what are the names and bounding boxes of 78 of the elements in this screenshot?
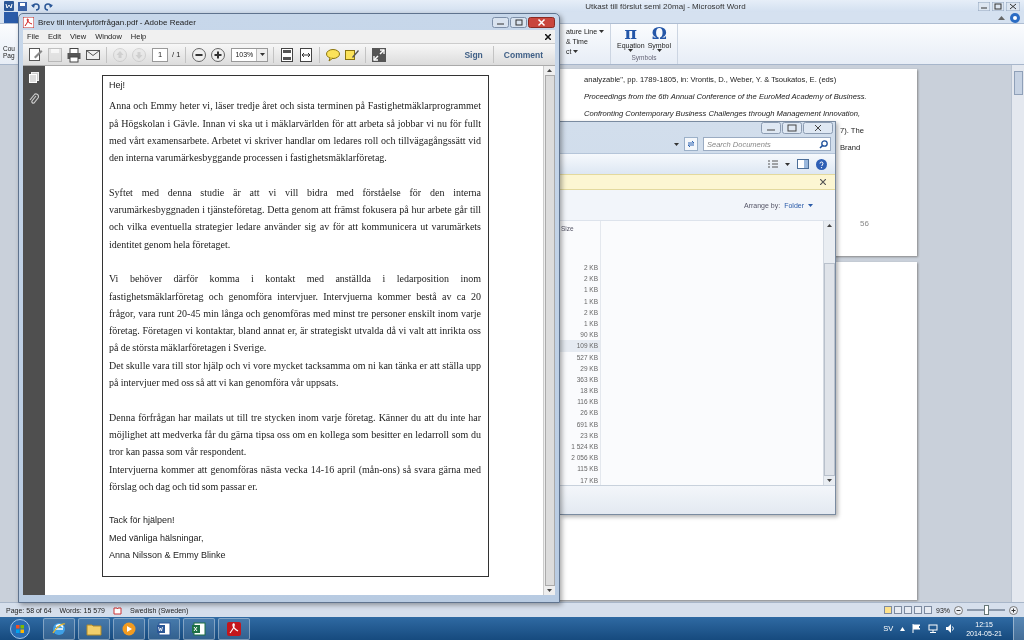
- zoom-in-icon[interactable]: [210, 46, 227, 63]
- window-title: Brev till intervjuförfrågan.pdf - Adobe Reader: [38, 17, 197, 27]
- pages-icon[interactable]: [29, 72, 39, 83]
- scroll-bar[interactable]: [823, 221, 835, 485]
- zoom-in-icon[interactable]: [1009, 605, 1018, 615]
- caret-icon: [259, 53, 265, 56]
- paragraph: Syftet med denna studie är att vi vill bidra med förståelse för den interna varumärkesbyggnaden i tjänsteföretag. Detta genom att främst fokusera på hur arbete går till och vilka eventuella strategier ledare använder sig av för att kommunicera ut varumärkets identitet genom hela företaget.: [109, 185, 481, 252]
- scroll-up-icon[interactable]: [827, 224, 832, 227]
- undo-icon[interactable]: [31, 1, 40, 11]
- paperclip-icon[interactable]: [29, 93, 39, 105]
- taskbar-button[interactable]: [43, 617, 75, 640]
- text-line: Hej!: [109, 79, 126, 92]
- slider-thumb[interactable]: [983, 605, 989, 615]
- help-icon[interactable]: [816, 158, 827, 170]
- spreadsheet-icon: [191, 620, 207, 637]
- speech-bubble-icon[interactable]: [325, 46, 342, 63]
- pdf-icon: [23, 16, 34, 28]
- minimize-icon[interactable]: [978, 1, 990, 11]
- edit-page-icon[interactable]: [28, 46, 44, 63]
- start-button-icon[interactable]: [10, 618, 30, 639]
- window-title: Utkast till förslut semi 20maj - Microsoft Word: [584, 1, 747, 11]
- scroll-up-icon[interactable]: [547, 69, 552, 72]
- text-line: Med vänliga hälsningar,: [109, 531, 205, 545]
- close-icon[interactable]: [528, 16, 555, 28]
- toolbar-link[interactable]: Sign: [454, 46, 493, 63]
- page-number: 56: [860, 219, 869, 228]
- flag-icon[interactable]: [912, 624, 922, 633]
- preview-pane-icon[interactable]: [797, 159, 809, 169]
- scroll-thumb[interactable]: [824, 263, 835, 476]
- close-icon[interactable]: [820, 179, 826, 185]
- taskbar-button[interactable]: [78, 617, 110, 640]
- close-icon[interactable]: [545, 33, 551, 40]
- close-icon[interactable]: [1006, 1, 1020, 11]
- word-document-icon: [156, 620, 172, 637]
- help-icon[interactable]: [1010, 12, 1020, 23]
- fit-page-icon[interactable]: [279, 46, 296, 63]
- restore-icon[interactable]: [510, 16, 527, 28]
- search-icon[interactable]: [819, 139, 828, 149]
- taskbar-button[interactable]: [113, 617, 145, 640]
- toolbar-link[interactable]: Comment: [492, 46, 553, 63]
- zoom-out-icon[interactable]: [191, 46, 208, 63]
- expand-arrows-icon[interactable]: [371, 46, 388, 63]
- taskbar-button[interactable]: [218, 617, 250, 640]
- show-hidden-icons-icon[interactable]: [900, 626, 906, 631]
- paragraph: Det skulle vara till stor hjälp och vi vore mycket tacksamma om ni kan tänka er att ställa upp på intervjuer med oss så att vi kan genomföra vår uppsats.: [109, 358, 481, 391]
- proofing-book-icon[interactable]: [112, 605, 122, 615]
- scroll-down-icon[interactable]: [827, 479, 832, 482]
- paragraph: Denna förfrågan har mailats ut till tre stycken inom varje företag. Känner du att du inte har möjlighet att medverka får du gärna tipsa oss om en kollega som besitter en ledarroll som du tror kan passa som vår respondent.: [109, 410, 481, 460]
- scroll-bar[interactable]: [1011, 65, 1024, 602]
- fit-width-icon[interactable]: [298, 46, 315, 63]
- zoom-out-icon[interactable]: [954, 605, 963, 615]
- caret-icon: [785, 162, 790, 166]
- taskbar-button[interactable]: [183, 617, 215, 640]
- globe-e-icon: [51, 620, 67, 637]
- caret-up-icon[interactable]: [998, 15, 1005, 20]
- close-icon[interactable]: [803, 122, 833, 134]
- caret-icon: [628, 49, 634, 52]
- network-icon[interactable]: [928, 624, 939, 633]
- restore-icon[interactable]: [992, 1, 1004, 11]
- word-icon[interactable]: [4, 1, 14, 11]
- scroll-down-icon[interactable]: [547, 589, 552, 592]
- play-icon: [121, 620, 137, 637]
- minimize-icon[interactable]: [492, 16, 509, 28]
- speaker-icon[interactable]: [945, 624, 956, 633]
- dropdown-arrow-icon[interactable]: [674, 142, 679, 146]
- text-line: Anna Nilsson & Emmy Blinke: [109, 549, 227, 562]
- caret-icon[interactable]: [808, 203, 813, 207]
- text-line: Tack för hjälpen!: [109, 514, 176, 528]
- paragraph: Intervjuerna kommer att genomföras nästa vecka 14-16 april (mån-ons) så svara gärna med förslag och dag och tid som passar er.: [109, 462, 481, 494]
- scroll-thumb[interactable]: [1014, 71, 1023, 95]
- caret-icon: [656, 49, 662, 52]
- save-icon[interactable]: [18, 1, 27, 11]
- paragraph: Vi behöver därför komma i kontakt med anställda i ledarposition inom fastighetsmäklarföretag och genomföra intervjuer. Intervjuerna kommer bestå av ca 20 frågor, vara runt 20-45 min långa och genomföras med minst tre personer enskilt inom varje företag. Företagen vi kontaktar, bland annat er, är strategiskt utvalda då vi valt att inrikta oss på de största mäklarföretagen i Sverige.: [109, 272, 481, 356]
- print-icon[interactable]: [66, 46, 82, 63]
- paragraph: Anna och Emmy heter vi, läser tredje året och sista terminen på Fastighetmäklarprogrammet på Högskolan i Gävle. Innan vi ska ut i mäklarvärlden för att arbeta så jobbar vi nu för fullt med vårt examensarbete. Arbetet vi skriver handlar om ledares roll och tillvägagångssätt vid den interna varumärkesbyggande processen i fastighetsmäklarföretag.: [109, 99, 481, 166]
- redo-icon[interactable]: [44, 1, 53, 11]
- taskbar-button[interactable]: [148, 617, 180, 640]
- pdf-icon: [226, 620, 242, 637]
